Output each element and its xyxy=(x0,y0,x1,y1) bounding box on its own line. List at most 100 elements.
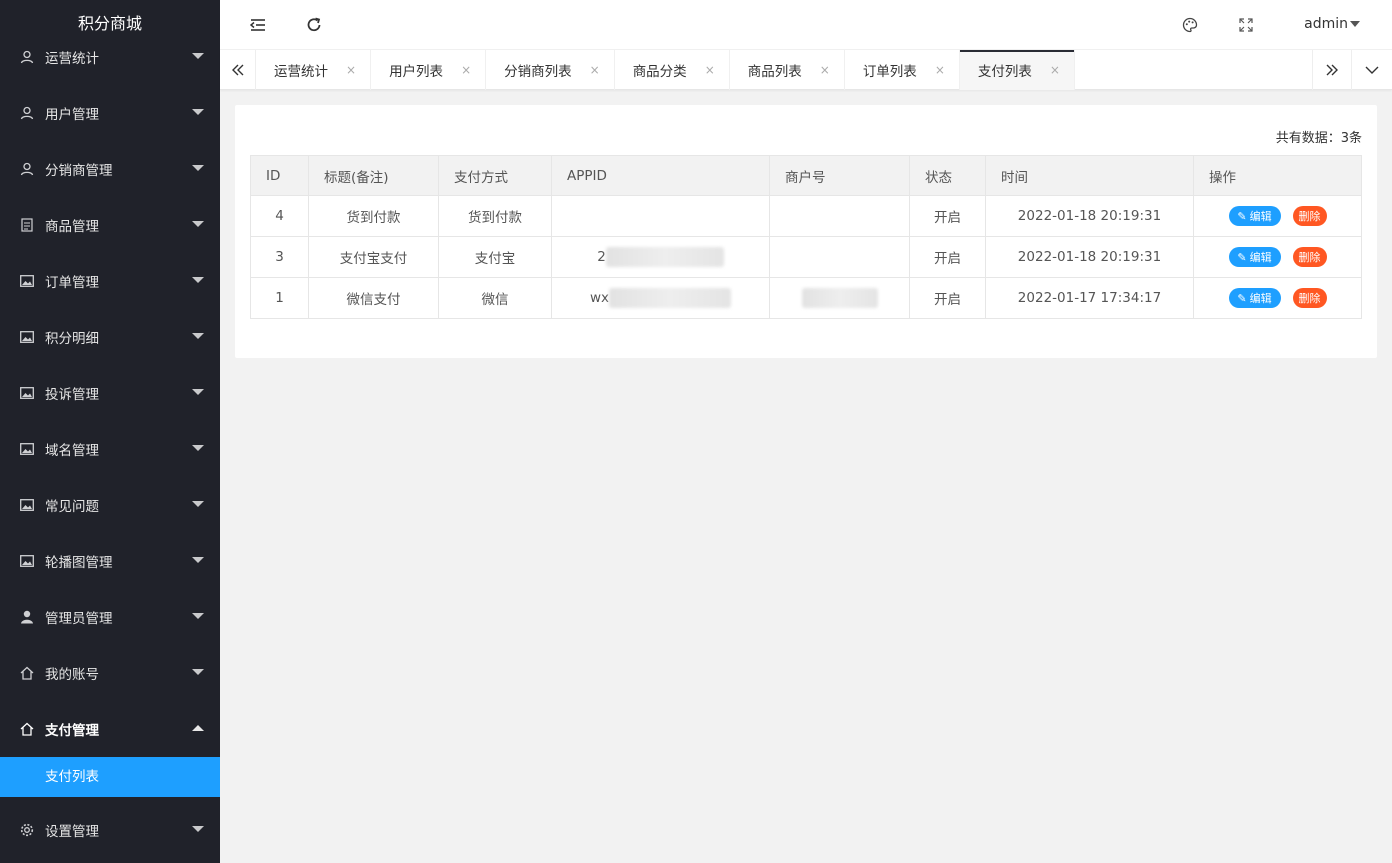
appid-text: 2 xyxy=(597,249,606,265)
tab-list: 运营统计 × 用户列表 × 分销商列表 × 商品分类 × 商品列表 × 订单列表 × 支付列… xyxy=(256,50,1075,90)
close-icon[interactable]: × xyxy=(820,63,830,77)
edit-label: 编辑 xyxy=(1249,251,1272,265)
menu-toggle-icon[interactable] xyxy=(246,13,270,37)
cell-title: 微信支付 xyxy=(308,277,439,319)
tab-payment-list[interactable]: 支付列表 × xyxy=(959,50,1075,90)
sidebar-item-user-management[interactable]: 用户管理 xyxy=(0,85,220,141)
sidebar-item-payment-management[interactable]: 支付管理 xyxy=(0,701,220,757)
sidebar-item-faq[interactable]: 常见问题 xyxy=(0,477,220,533)
refresh-icon[interactable] xyxy=(302,13,326,37)
user-menu[interactable]: admin xyxy=(1304,16,1348,32)
column-header: APPID xyxy=(551,155,770,196)
cell-status: 开启 xyxy=(909,277,986,319)
sidebar-item-label: 分销商管理 xyxy=(45,163,113,179)
cell-time: 2022-01-18 20:19:31 xyxy=(985,236,1194,278)
image-icon xyxy=(20,442,34,456)
tab-label: 商品分类 xyxy=(632,64,687,80)
sidebar-item-order-management[interactable]: 订单管理 xyxy=(0,253,220,309)
tab-user-list[interactable]: 用户列表 × xyxy=(371,50,487,90)
person-icon xyxy=(20,610,34,624)
redacted-blur xyxy=(609,288,732,308)
tabs-scroll-right-icon[interactable] xyxy=(1312,50,1352,90)
close-icon[interactable]: × xyxy=(590,63,600,77)
cell-title: 支付宝支付 xyxy=(308,236,439,278)
table-header-row: ID 标题(备注) 支付方式 APPID 商户号 状态 时间 操作 xyxy=(250,155,1362,196)
sidebar-item-label: 常见问题 xyxy=(45,499,99,515)
column-header: ID xyxy=(250,155,309,196)
sidebar-item-carousel-management[interactable]: 轮播图管理 xyxy=(0,533,220,589)
home-icon xyxy=(20,666,34,680)
appid-text: wx xyxy=(589,290,610,306)
sidebar-item-operation-stats[interactable]: 运营统计 xyxy=(0,29,220,85)
tab-product-list[interactable]: 商品列表 × xyxy=(730,50,845,90)
cell-appid: 2 xyxy=(551,236,770,278)
cell-time: 2022-01-18 20:19:31 xyxy=(985,195,1194,237)
sidebar-item-label: 用户管理 xyxy=(45,107,99,123)
cell-merchant-id xyxy=(769,195,910,237)
column-header: 状态 xyxy=(909,155,986,196)
image-icon xyxy=(20,386,34,400)
close-icon[interactable]: × xyxy=(705,63,715,77)
pencil-icon: ✎ xyxy=(1237,209,1247,223)
cell-title: 货到付款 xyxy=(308,195,439,237)
sidebar-item-complaint-management[interactable]: 投诉管理 xyxy=(0,365,220,421)
chevron-down-icon xyxy=(192,557,204,563)
theme-palette-icon[interactable] xyxy=(1178,13,1202,37)
delete-button[interactable]: 删除 xyxy=(1292,287,1327,308)
edit-button[interactable]: ✎ 编辑 xyxy=(1228,247,1281,268)
sidebar-item-distributor-management[interactable]: 分销商管理 xyxy=(0,141,220,197)
chevron-up-icon xyxy=(192,725,204,731)
close-icon[interactable]: × xyxy=(1050,63,1060,77)
close-icon[interactable]: × xyxy=(935,63,945,77)
tab-product-category[interactable]: 商品分类 × xyxy=(615,50,730,90)
sidebar-item-domain-management[interactable]: 域名管理 xyxy=(0,421,220,477)
edit-button[interactable]: ✎ 编辑 xyxy=(1228,206,1281,227)
cell-actions: ✎ 编辑 删除 xyxy=(1193,236,1362,278)
sidebar-item-product-management[interactable]: 商品管理 xyxy=(0,197,220,253)
tab-label: 分销商列表 xyxy=(504,64,572,80)
total-label: 共有数据： xyxy=(1275,131,1341,146)
tab-label: 运营统计 xyxy=(274,64,328,80)
cell-appid xyxy=(551,195,770,237)
sidebar-item-label: 管理员管理 xyxy=(45,611,113,627)
tab-operation-stats[interactable]: 运营统计 × xyxy=(256,50,372,90)
delete-button[interactable]: 删除 xyxy=(1292,205,1327,226)
tab-order-list[interactable]: 订单列表 × xyxy=(845,50,960,90)
fullscreen-icon[interactable] xyxy=(1234,13,1258,37)
user-icon xyxy=(20,50,34,64)
sidebar: 积分商城 运营统计 用户管理 分销商管理 商品管理 订单管理 积分明细 投诉管理… xyxy=(0,0,220,863)
column-header: 标题(备注) xyxy=(308,155,439,196)
sidebar-item-label: 投诉管理 xyxy=(45,387,99,403)
home-icon xyxy=(20,722,34,736)
sidebar-item-points-detail[interactable]: 积分明细 xyxy=(0,309,220,365)
image-icon xyxy=(20,554,34,568)
sidebar-subitem-payment-list[interactable]: 支付列表 xyxy=(0,757,220,797)
edit-label: 编辑 xyxy=(1249,210,1272,224)
cell-status: 开启 xyxy=(909,195,986,237)
total-value: 3条 xyxy=(1340,131,1362,146)
sidebar-item-label: 商品管理 xyxy=(45,219,99,235)
chevron-down-icon xyxy=(192,669,204,675)
sidebar-item-my-account[interactable]: 我的账号 xyxy=(0,645,220,701)
total-count: 共有数据：3条 xyxy=(1276,127,1362,146)
chevron-down-icon[interactable] xyxy=(1350,21,1360,27)
sidebar-item-label: 我的账号 xyxy=(45,667,99,683)
close-icon[interactable]: × xyxy=(461,63,471,77)
tab-distributor-list[interactable]: 分销商列表 × xyxy=(486,50,615,90)
cell-merchant-id xyxy=(769,236,910,278)
sidebar-item-label: 轮播图管理 xyxy=(45,555,113,571)
chevron-down-icon xyxy=(192,333,204,339)
cell-merchant-id xyxy=(769,277,910,319)
sidebar-item-settings-management[interactable]: 设置管理 xyxy=(0,797,220,863)
delete-button[interactable]: 删除 xyxy=(1292,246,1327,267)
close-icon[interactable]: × xyxy=(346,63,356,77)
chevron-down-icon xyxy=(192,109,204,115)
tabs-dropdown-icon[interactable] xyxy=(1352,50,1392,90)
sidebar-item-admin-management[interactable]: 管理员管理 xyxy=(0,589,220,645)
cell-method: 支付宝 xyxy=(438,236,552,278)
tabs-scroll-left-icon[interactable] xyxy=(220,50,256,90)
edit-button[interactable]: ✎ 编辑 xyxy=(1228,288,1281,309)
chevron-down-icon xyxy=(192,501,204,507)
sidebar-item-label: 运营统计 xyxy=(45,51,99,67)
cell-method: 微信 xyxy=(438,277,552,319)
